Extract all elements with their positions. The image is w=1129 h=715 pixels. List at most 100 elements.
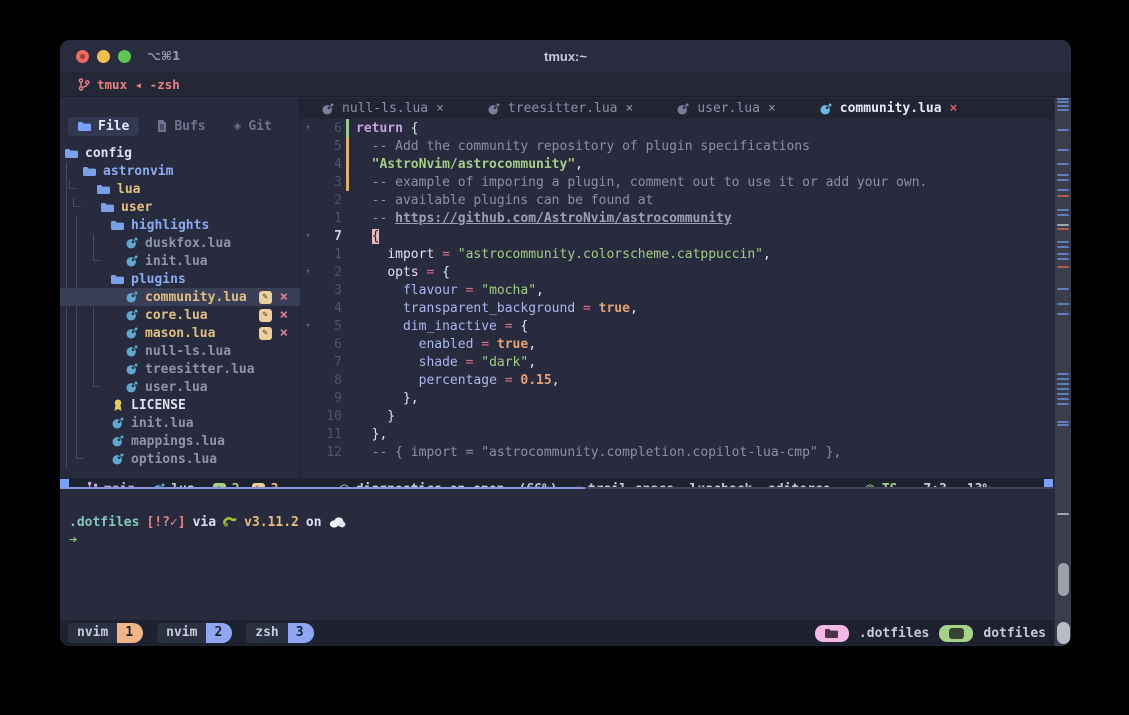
code-line[interactable]: 8 percentage = 0.15, xyxy=(300,371,1071,389)
tree-item-LICENSE[interactable]: LICENSE xyxy=(60,396,300,414)
tree-item-user[interactable]: user xyxy=(60,198,300,216)
neotree-tab-file[interactable]: File xyxy=(68,117,139,136)
code-line[interactable]: 9 }, xyxy=(300,389,1071,407)
code-line[interactable]: 12 -- { import = "astrocommunity.complet… xyxy=(300,443,1071,461)
scrollbar-mark xyxy=(1057,258,1069,260)
folder-icon xyxy=(110,274,125,285)
scrollbar-mark xyxy=(1057,163,1069,165)
close-buffer-icon[interactable]: × xyxy=(768,101,776,116)
close-buffer-icon[interactable]: × xyxy=(950,101,958,116)
tree-item-community-lua[interactable]: community.lua✎× xyxy=(60,288,300,306)
fold-icon[interactable]: ▾ xyxy=(300,267,316,277)
scrollbar-thumb[interactable] xyxy=(1058,563,1069,596)
code-line[interactable]: ▾5 dim_inactive = { xyxy=(300,317,1071,335)
code-line[interactable]: 1 import = "astrocommunity.colorscheme.c… xyxy=(300,245,1071,263)
tmux-window-1[interactable]: nvim1 xyxy=(68,623,143,643)
folder-icon xyxy=(110,220,125,231)
tree-item-mason-lua[interactable]: mason.lua✎× xyxy=(60,324,300,342)
terminal-tab-label[interactable]: tmux ◂ -zsh xyxy=(97,77,180,92)
fold-icon[interactable]: ▾ xyxy=(300,321,316,331)
code-line[interactable]: 6 enabled = true, xyxy=(300,335,1071,353)
neotree-source-tabs: File Bufs ◈Git xyxy=(60,115,299,137)
fold-icon[interactable]: ▾ xyxy=(300,231,316,241)
document-icon xyxy=(157,120,167,132)
git-modified-badge: ✎ xyxy=(259,291,272,304)
scrollbar-mark xyxy=(1057,373,1069,375)
terminal-tab-bar[interactable]: tmux ◂ -zsh xyxy=(60,72,1071,97)
shell-on-label: on xyxy=(306,515,322,530)
tree-item-user-lua[interactable]: user.lua xyxy=(60,378,300,396)
neotree-sidebar: File Bufs ◈Git configastronvimluauserhighl… xyxy=(60,98,300,478)
code-line[interactable]: ▾6return { xyxy=(300,119,1071,137)
tree-item-core-lua[interactable]: core.lua✎× xyxy=(60,306,300,324)
titlebar: ⌥⌘1 tmux:~ xyxy=(60,40,1071,72)
tmux-pane-divider[interactable] xyxy=(60,487,1054,489)
code-line[interactable]: 1 -- https://github.com/AstroNvim/astroc… xyxy=(300,209,1071,227)
tree-item-plugins[interactable]: plugins xyxy=(60,270,300,288)
scrollbar-mark xyxy=(1057,253,1069,255)
lua-icon xyxy=(124,255,139,267)
code-line[interactable]: ▾2 opts = { xyxy=(300,263,1071,281)
code-line[interactable]: ▾7 { xyxy=(300,227,1071,245)
scrollbar-track[interactable] xyxy=(1054,98,1071,646)
python-version: v3.11.2 xyxy=(244,515,299,530)
tree-item-lua[interactable]: lua xyxy=(60,180,300,198)
line-number: 3 xyxy=(316,175,342,190)
lua-file-icon xyxy=(677,103,689,115)
buffer-tab-user-lua[interactable]: user.lua× xyxy=(655,98,797,119)
close-buffer-icon[interactable]: × xyxy=(436,101,444,116)
code-line[interactable]: 3 -- example of imporing a plugin, comme… xyxy=(300,173,1071,191)
shell-input-line[interactable]: ➔ xyxy=(69,531,1054,549)
scrollbar-mark xyxy=(1057,129,1069,131)
git-unstaged-badge: × xyxy=(280,327,288,340)
line-number: 10 xyxy=(316,409,342,424)
lua-icon xyxy=(124,327,139,339)
neotree-tab-bufs[interactable]: Bufs xyxy=(147,117,215,136)
folder-icon xyxy=(815,625,849,642)
code-line[interactable]: 4 transparent_background = true, xyxy=(300,299,1071,317)
tree-item-treesitter-lua[interactable]: treesitter.lua xyxy=(60,360,300,378)
scrollbar-mark xyxy=(1057,393,1069,395)
file-tree: configastronvimluauserhighlightsduskfox.… xyxy=(60,144,299,468)
git-sign xyxy=(342,353,352,371)
folder-icon xyxy=(100,202,115,213)
code-line[interactable]: 7 shade = "dark", xyxy=(300,353,1071,371)
close-buffer-icon[interactable]: × xyxy=(626,101,634,116)
code-line[interactable]: 10 } xyxy=(300,407,1071,425)
window-title: tmux:~ xyxy=(60,49,1071,64)
tmux-window-2[interactable]: nvim2 xyxy=(157,623,232,643)
git-sign xyxy=(342,137,352,155)
code-line[interactable]: 3 flavour = "mocha", xyxy=(300,281,1071,299)
python-icon xyxy=(223,515,237,529)
scrollbar-mark xyxy=(1057,224,1069,226)
buffer-tab-treesitter-lua[interactable]: treesitter.lua× xyxy=(466,98,655,119)
line-number: 6 xyxy=(316,337,342,352)
git-sign xyxy=(342,335,352,353)
tree-item-options-lua[interactable]: options.lua xyxy=(60,450,300,468)
code-area[interactable]: ▾6return {5 -- Add the community reposit… xyxy=(300,119,1071,478)
tree-item-init-lua[interactable]: init.lua xyxy=(60,252,300,270)
scrollbar-mark xyxy=(1057,189,1069,191)
fold-icon[interactable]: ▾ xyxy=(300,123,316,133)
git-sign xyxy=(342,245,352,263)
tree-item-mappings-lua[interactable]: mappings.lua xyxy=(60,432,300,450)
tree-item-duskfox-lua[interactable]: duskfox.lua xyxy=(60,234,300,252)
git-sign xyxy=(342,443,352,461)
tree-item-init-lua[interactable]: init.lua xyxy=(60,414,300,432)
tmux-window-3[interactable]: zsh3 xyxy=(246,623,313,643)
git-sign xyxy=(342,119,352,137)
code-line[interactable]: 11 }, xyxy=(300,425,1071,443)
neotree-tab-git[interactable]: ◈Git xyxy=(224,117,282,136)
tree-item-null-ls-lua[interactable]: null-ls.lua xyxy=(60,342,300,360)
code-line[interactable]: 5 -- Add the community repository of plu… xyxy=(300,137,1071,155)
git-sign xyxy=(342,263,352,281)
tree-item-config[interactable]: config xyxy=(60,144,300,162)
code-line[interactable]: 4 "AstroNvim/astrocommunity", xyxy=(300,155,1071,173)
scrollbar-mark xyxy=(1057,313,1069,315)
tree-item-astronvim[interactable]: astronvim xyxy=(60,162,300,180)
code-line[interactable]: 2 -- available plugins can be found at xyxy=(300,191,1071,209)
tree-item-highlights[interactable]: highlights xyxy=(60,216,300,234)
buffer-tab-community-lua[interactable]: community.lua× xyxy=(798,98,980,119)
shell-pane[interactable]: .dotfiles [!?✓] via v3.11.2 on ➔ xyxy=(60,489,1054,620)
buffer-tab-null-ls-lua[interactable]: null-ls.lua× xyxy=(300,98,466,119)
